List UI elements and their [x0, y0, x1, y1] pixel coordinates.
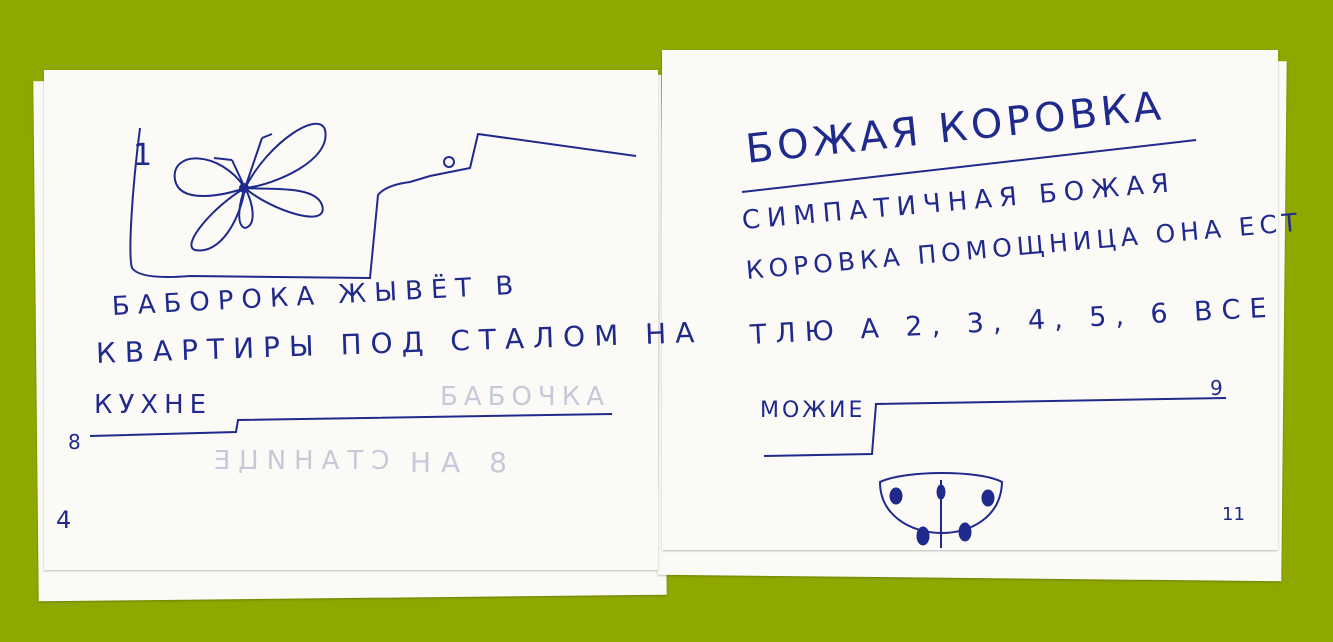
butterfly-frame-line — [129, 127, 637, 280]
page-margin-mark: 1 — [133, 138, 152, 173]
right-page-number-top: 9 — [1210, 376, 1223, 400]
right-text-line-4: МОЖИЕ — [760, 398, 866, 423]
left-page-number-bottom: 4 — [56, 506, 72, 534]
ladybug-icon — [878, 472, 1004, 548]
left-text-line-3: КУХНЕ — [94, 390, 213, 420]
frame-dot — [443, 156, 455, 168]
right-page-number-bottom: 11 — [1222, 504, 1245, 525]
left-page-number-top: 8 — [68, 430, 81, 454]
butterfly-icon — [173, 122, 327, 252]
